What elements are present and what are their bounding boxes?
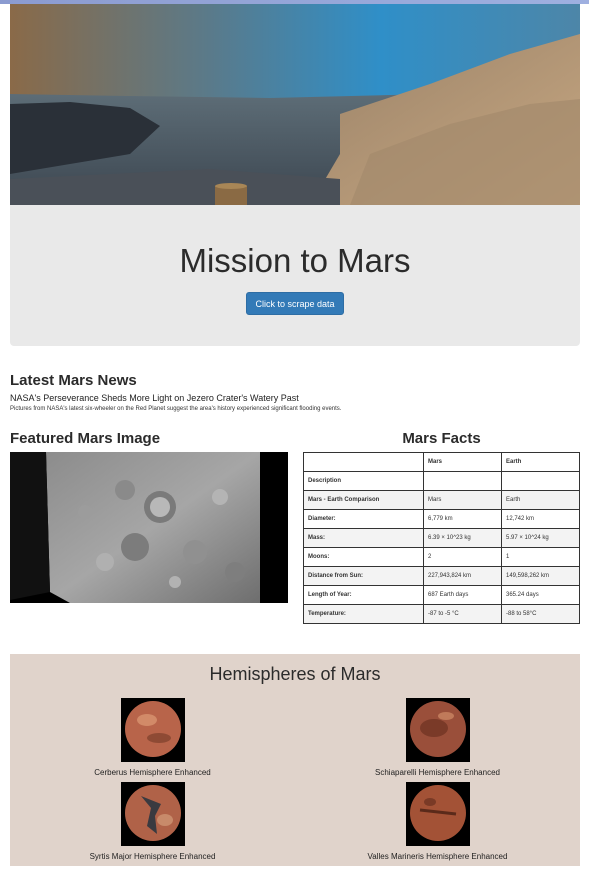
featured-mars-image	[10, 452, 288, 603]
mars-value: 227,943,824 km	[423, 566, 502, 586]
mars-facts-heading: Mars Facts	[402, 430, 481, 447]
row-label: Length of Year:	[303, 585, 424, 605]
hemisphere-card-valles-marineris[interactable]: Valles Marineris Hemisphere Enhanced	[295, 782, 580, 861]
jumbotron: Mission to Mars Click to scrape data	[10, 205, 580, 346]
row-label: Diameter:	[303, 509, 424, 529]
hemisphere-title[interactable]: Schiaparelli Hemisphere Enhanced	[295, 768, 580, 777]
row-label: Description	[303, 471, 424, 491]
mars-value	[423, 471, 502, 491]
row-label: Moons:	[303, 547, 424, 567]
row-label: Temperature:	[303, 604, 424, 624]
table-row: Description	[303, 471, 580, 491]
table-header-row: Mars Earth	[303, 452, 580, 472]
table-row: Moons: 2 1	[303, 547, 580, 567]
hemisphere-title[interactable]: Valles Marineris Hemisphere Enhanced	[295, 852, 580, 861]
earth-value: 12,742 km	[501, 509, 580, 529]
mars-value: 2	[423, 547, 502, 567]
hemisphere-card-schiaparelli[interactable]: Schiaparelli Hemisphere Enhanced	[295, 698, 580, 777]
earth-value: 1	[501, 547, 580, 567]
table-row: Mars - Earth Comparison Mars Earth	[303, 490, 580, 510]
earth-value: 5.97 × 10^24 kg	[501, 528, 580, 548]
table-row: Distance from Sun: 227,943,824 km 149,59…	[303, 566, 580, 586]
table-row: Mass: 6.39 × 10^23 kg 5.97 × 10^24 kg	[303, 528, 580, 548]
row-label: Mars - Earth Comparison	[303, 490, 424, 510]
hero-mars-landscape-image	[10, 4, 580, 205]
scrape-button[interactable]: Click to scrape data	[246, 292, 344, 315]
mars-value: Mars	[423, 490, 502, 510]
page-title: Mission to Mars	[179, 242, 411, 279]
mars-value: -87 to -5 °C	[423, 604, 502, 624]
row-label: Distance from Sun:	[303, 566, 424, 586]
cerberus-hemisphere-image[interactable]	[120, 698, 185, 762]
news-title: NASA's Perseverance Sheds More Light on …	[10, 393, 299, 403]
syrtis-major-hemisphere-image[interactable]	[120, 782, 185, 846]
mars-facts-table: Mars Earth Description Mars - Earth Comp…	[303, 452, 580, 624]
earth-value	[501, 471, 580, 491]
hemisphere-card-syrtis-major[interactable]: Syrtis Major Hemisphere Enhanced	[10, 782, 295, 861]
hemispheres-section: Hemispheres of Mars Cerberus Hemisphere …	[10, 654, 580, 866]
mars-value: 6,779 km	[423, 509, 502, 529]
table-row: Diameter: 6,779 km 12,742 km	[303, 509, 580, 529]
news-heading: Latest Mars News	[10, 372, 137, 389]
earth-value: -88 to 58°C	[501, 604, 580, 624]
column-header	[303, 452, 424, 472]
earth-value: Earth	[501, 490, 580, 510]
mars-value: 6.39 × 10^23 kg	[423, 528, 502, 548]
hemisphere-title[interactable]: Syrtis Major Hemisphere Enhanced	[10, 852, 295, 861]
hemisphere-card-cerberus[interactable]: Cerberus Hemisphere Enhanced	[10, 698, 295, 777]
row-label: Mass:	[303, 528, 424, 548]
hemisphere-title[interactable]: Cerberus Hemisphere Enhanced	[10, 768, 295, 777]
earth-value: 149,598,262 km	[501, 566, 580, 586]
table-row: Length of Year: 687 Earth days 365.24 da…	[303, 585, 580, 605]
mars-value: 687 Earth days	[423, 585, 502, 605]
earth-value: 365.24 days	[501, 585, 580, 605]
featured-image-heading: Featured Mars Image	[10, 430, 161, 447]
table-row: Temperature: -87 to -5 °C -88 to 58°C	[303, 604, 580, 624]
news-paragraph: Pictures from NASA's latest six-wheeler …	[10, 406, 342, 412]
column-header: Earth	[501, 452, 580, 472]
column-header: Mars	[423, 452, 502, 472]
valles-marineris-hemisphere-image[interactable]	[405, 782, 470, 846]
schiaparelli-hemisphere-image[interactable]	[405, 698, 470, 762]
hemispheres-heading: Hemispheres of Mars	[209, 664, 381, 684]
